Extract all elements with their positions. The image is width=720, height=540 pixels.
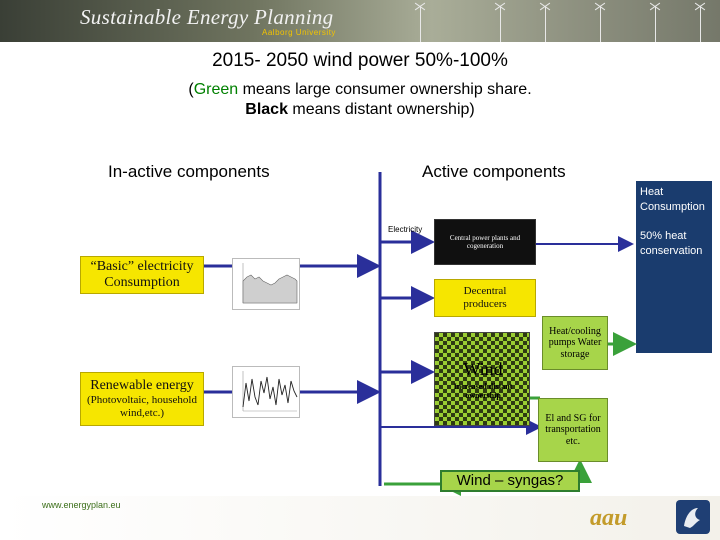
wind-box: Wind Increased distant ownership: [434, 332, 530, 426]
aau-logo: aau: [590, 505, 628, 531]
university-seal-icon: [676, 500, 710, 534]
wind-sublabel: Increased distant ownership: [453, 382, 513, 400]
wind-syngas-box: Wind – syngas?: [440, 470, 580, 492]
decentral-producers-box: Decentral producers: [434, 279, 536, 317]
central-power-box: Central power plants and cogeneration: [434, 219, 536, 265]
electricity-label: Electricity: [388, 225, 423, 234]
renewable-title: Renewable energy: [90, 378, 194, 394]
el-sg-transport-box: El and SG for transportation etc.: [538, 398, 608, 462]
basic-consumption-box: “Basic” electricity Consumption: [80, 256, 204, 294]
renewable-output-chart: [232, 366, 300, 418]
basic-load-chart: [232, 258, 300, 310]
wind-label: Wind: [463, 359, 503, 379]
renewable-energy-box: Renewable energy (Photovoltaic, househol…: [80, 372, 204, 426]
footer-url[interactable]: www.energyplan.eu: [42, 500, 121, 510]
renewable-subtitle: (Photovoltaic, household wind,etc.): [87, 394, 197, 420]
heat-pumps-box: Heat/cooling pumps Water storage: [542, 316, 608, 370]
